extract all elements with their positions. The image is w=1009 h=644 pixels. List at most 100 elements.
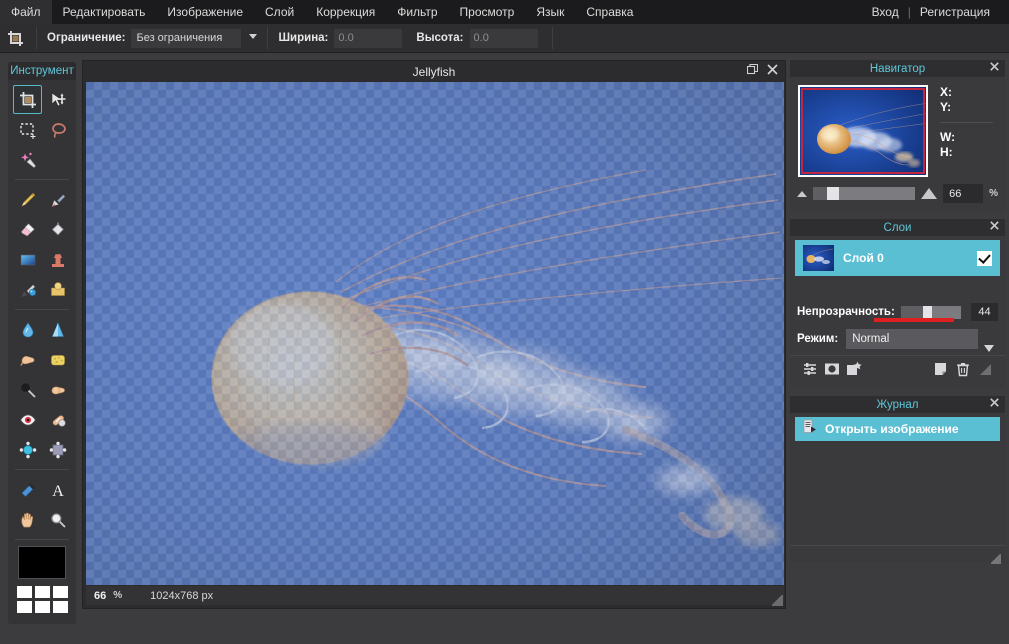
tool-group-paint (13, 185, 71, 304)
new-layer-button[interactable] (930, 359, 952, 379)
navigator-h-label: H: (940, 145, 953, 159)
navigator-body: X: Y: W: H: (790, 77, 1005, 177)
layer-settings-button[interactable] (799, 359, 821, 379)
login-link[interactable]: Вход (863, 0, 908, 24)
menu-image[interactable]: Изображение (156, 0, 254, 24)
register-link[interactable]: Регистрация (911, 0, 999, 24)
layers-title: Слои (883, 221, 912, 234)
chevron-down-icon[interactable] (984, 345, 994, 352)
zoom-out-icon[interactable] (797, 190, 807, 197)
opacity-input[interactable]: 44 (970, 303, 998, 321)
tool-smudge[interactable] (13, 345, 42, 374)
restore-window-icon[interactable] (746, 63, 759, 78)
close-icon[interactable] (990, 397, 999, 412)
blend-mode-select[interactable]: Normal (846, 329, 978, 349)
tool-eraser[interactable] (13, 215, 42, 244)
history-header: Журнал (790, 396, 1005, 413)
layer-style-button[interactable] (843, 359, 865, 379)
tool-spot-heal[interactable] (43, 405, 72, 434)
palette-swatch[interactable] (16, 601, 32, 613)
tool-drawing[interactable] (43, 275, 72, 304)
menu-edit[interactable]: Редактировать (52, 0, 157, 24)
menu-filter[interactable]: Фильтр (386, 0, 448, 24)
layer-visibility-checkbox[interactable] (977, 250, 992, 266)
foreground-color-swatch[interactable] (18, 546, 66, 579)
menu-adjustment[interactable]: Коррекция (305, 0, 386, 24)
menu-view[interactable]: Просмотр (449, 0, 526, 24)
navigator-zoom-input[interactable]: 66 (943, 184, 984, 203)
tool-magic-wand[interactable] (13, 145, 42, 174)
palette-swatch[interactable] (34, 586, 50, 598)
tool-red-eye[interactable] (13, 405, 42, 434)
history-item-label: Открыть изображение (825, 422, 959, 436)
panel-resize-grip[interactable] (991, 554, 1001, 564)
tool-group-selection (13, 85, 71, 174)
tool-eyedropper[interactable] (13, 475, 42, 504)
tool-paint-bucket[interactable] (43, 215, 72, 244)
layer-mask-button[interactable] (821, 359, 843, 379)
navigator-zoom-slider[interactable] (813, 187, 916, 200)
options-divider-1 (36, 27, 37, 49)
zoom-slider-knob[interactable] (827, 187, 839, 200)
zoom-in-icon[interactable] (921, 188, 938, 199)
delete-layer-button[interactable] (952, 359, 974, 379)
tool-zoom[interactable] (43, 505, 72, 534)
close-icon[interactable] (990, 220, 999, 235)
navigator-thumbnail[interactable] (798, 85, 928, 177)
tool-blur[interactable] (13, 315, 42, 344)
tool-burn[interactable] (43, 375, 72, 404)
tool-divider-4 (15, 539, 69, 540)
palette-swatch[interactable] (52, 586, 68, 598)
tool-lasso[interactable] (43, 115, 72, 144)
tool-crop[interactable] (13, 85, 42, 114)
palette-swatch[interactable] (16, 586, 32, 598)
width-input[interactable]: 0.0 (334, 28, 403, 48)
tool-hand[interactable] (13, 505, 42, 534)
canvas-dimensions: 1024x768 px (150, 589, 214, 602)
window-resize-grip[interactable] (772, 595, 783, 606)
opacity-slider[interactable] (900, 305, 961, 319)
menu-language[interactable]: Язык (525, 0, 575, 24)
tool-bloat[interactable] (13, 435, 42, 464)
tool-gradient[interactable] (13, 245, 42, 274)
tool-clone-stamp[interactable] (43, 245, 72, 274)
tool-sponge[interactable] (43, 345, 72, 374)
tool-marquee[interactable] (13, 115, 42, 144)
constraint-label: Ограничение: (47, 32, 126, 44)
navigator-title: Навигатор (869, 62, 926, 75)
opacity-slider-knob[interactable] (922, 305, 932, 319)
layers-panel: Слои Слой 0 Непрозрачность: 44 Режим: No… (790, 219, 1005, 388)
height-input[interactable]: 0.0 (469, 28, 538, 48)
constraint-select[interactable]: Без ограничения (131, 28, 258, 48)
tool-color-replace[interactable] (13, 275, 42, 304)
tool-group-utility: A (13, 475, 71, 534)
layer-mask-icon (825, 363, 839, 374)
panel-resize-grip[interactable] (974, 359, 996, 379)
layers-header: Слои (790, 219, 1005, 236)
history-list-item[interactable]: Открыть изображение (795, 417, 1000, 441)
tool-sharpen[interactable] (43, 315, 72, 344)
tool-group-retouch (13, 315, 71, 464)
close-icon[interactable] (767, 64, 778, 78)
tool-brush[interactable] (43, 185, 72, 214)
menu-help[interactable]: Справка (575, 0, 644, 24)
menu-layer[interactable]: Слой (254, 0, 305, 24)
canvas-viewport[interactable] (86, 82, 784, 585)
trash-icon (957, 362, 969, 376)
menu-file[interactable]: Файл (0, 0, 52, 24)
layer-list-item[interactable]: Слой 0 (795, 240, 1000, 276)
tool-pinch[interactable] (43, 435, 72, 464)
tool-move[interactable] (43, 85, 72, 114)
document-title-bar[interactable]: Jellyfish (83, 61, 785, 82)
tools-panel: Инструмент A (8, 62, 76, 624)
tool-dodge[interactable] (13, 375, 42, 404)
canvas-zoom-value[interactable]: 66 (86, 590, 106, 602)
tool-pencil[interactable] (13, 185, 42, 214)
svg-text:A: A (52, 483, 64, 499)
layer-thumbnail-image (803, 245, 834, 271)
palette-swatch[interactable] (34, 601, 50, 613)
tool-text[interactable]: A (43, 475, 72, 504)
palette-swatch[interactable] (52, 601, 68, 613)
close-icon[interactable] (990, 61, 999, 76)
layer-list-empty-space (790, 276, 1005, 303)
